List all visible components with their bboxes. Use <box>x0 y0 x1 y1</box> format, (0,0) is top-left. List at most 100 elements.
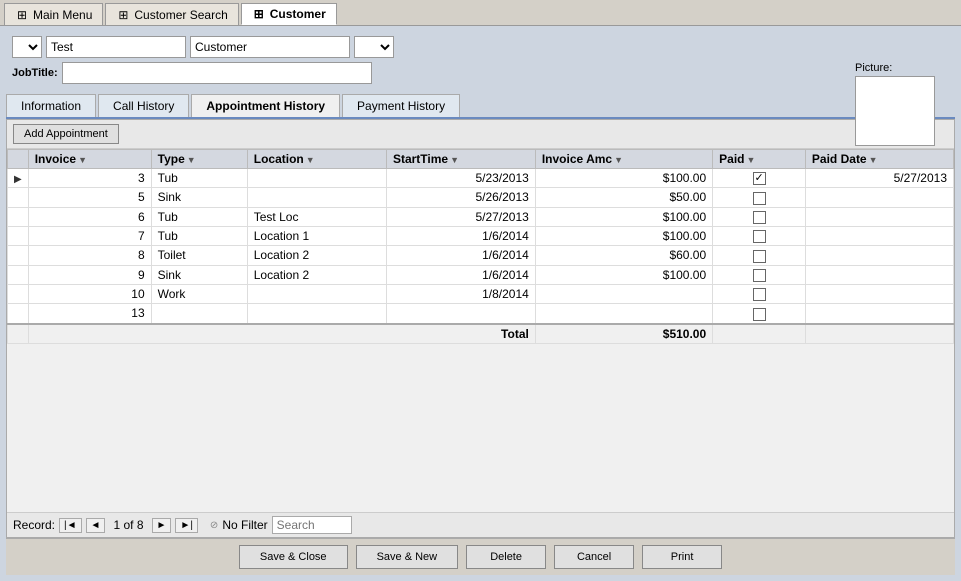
nav-last-button[interactable]: ►| <box>175 518 198 533</box>
paid-checkbox[interactable] <box>753 250 766 263</box>
print-button[interactable]: Print <box>642 545 722 569</box>
cancel-button[interactable]: Cancel <box>554 545 634 569</box>
cell-paid[interactable] <box>713 284 806 303</box>
name-row: Mr Ms Jr Sr <box>12 36 949 58</box>
paid-checkbox[interactable] <box>753 269 766 282</box>
customer-icon: ⊞ <box>252 8 266 20</box>
cell-amount: $100.00 <box>535 265 712 284</box>
th-type[interactable]: Type▼ <box>151 150 247 169</box>
row-selector[interactable] <box>8 226 29 245</box>
row-selector[interactable] <box>8 188 29 207</box>
salutation-select[interactable]: Mr Ms <box>12 36 42 58</box>
row-selector[interactable] <box>8 284 29 303</box>
cell-amount: $100.00 <box>535 226 712 245</box>
th-location[interactable]: Location▼ <box>247 150 386 169</box>
picture-area: Picture: <box>855 62 935 146</box>
th-invoice[interactable]: Invoice▼ <box>28 150 151 169</box>
cell-paid[interactable] <box>713 304 806 324</box>
cell-paid[interactable] <box>713 246 806 265</box>
total-sel <box>8 324 29 344</box>
table-row[interactable]: 7TubLocation 11/6/2014$100.00 <box>8 226 954 245</box>
th-paid-date[interactable]: Paid Date▼ <box>805 150 953 169</box>
delete-button[interactable]: Delete <box>466 545 546 569</box>
table-row[interactable]: 13 <box>8 304 954 324</box>
row-selector[interactable] <box>8 207 29 226</box>
cell-amount <box>535 304 712 324</box>
tab-main-menu[interactable]: ⊞ Main Menu <box>4 3 103 25</box>
paid-checkbox[interactable] <box>753 230 766 243</box>
last-name-input[interactable] <box>190 36 350 58</box>
cell-paid[interactable] <box>713 188 806 207</box>
th-selector <box>8 150 29 169</box>
th-paid[interactable]: Paid▼ <box>713 150 806 169</box>
row-selector[interactable] <box>8 246 29 265</box>
cell-paid[interactable] <box>713 265 806 284</box>
tab-information[interactable]: Information <box>6 94 96 117</box>
nav-prev-button[interactable]: ◄ <box>86 518 106 533</box>
first-name-input[interactable] <box>46 36 186 58</box>
cell-type: Sink <box>151 265 247 284</box>
total-paid-date <box>805 324 953 344</box>
cell-type: Tub <box>151 169 247 188</box>
paid-checkbox[interactable] <box>753 172 766 185</box>
cell-invoice: 3 <box>28 169 151 188</box>
tab-appointment-history[interactable]: Appointment History <box>191 94 340 117</box>
appointments-table: Invoice▼ Type▼ Location▼ StartTime▼ Invo <box>7 149 954 344</box>
table-row[interactable]: 9SinkLocation 21/6/2014$100.00 <box>8 265 954 284</box>
add-appointment-button[interactable]: Add Appointment <box>13 124 119 144</box>
tab-customer[interactable]: ⊞ Customer <box>241 3 337 25</box>
cell-paid-date <box>805 246 953 265</box>
table-row[interactable]: 10Work1/8/2014 <box>8 284 954 303</box>
nav-next-button[interactable]: ► <box>152 518 172 533</box>
cell-paid[interactable] <box>713 226 806 245</box>
tab-customer-search[interactable]: ⊞ Customer Search <box>105 3 238 25</box>
customer-form: Mr Ms Jr Sr JobTitle: Picture: <box>6 32 955 88</box>
paid-checkbox[interactable] <box>753 308 766 321</box>
cell-invoice: 6 <box>28 207 151 226</box>
cell-paid[interactable] <box>713 207 806 226</box>
scrollable-table[interactable]: Invoice▼ Type▼ Location▼ StartTime▼ Invo <box>7 149 954 512</box>
jobtitle-input[interactable] <box>62 62 372 84</box>
cell-location <box>247 188 386 207</box>
paid-checkbox[interactable] <box>753 211 766 224</box>
save-new-button[interactable]: Save & New <box>356 545 459 569</box>
paid-checkbox[interactable] <box>753 288 766 301</box>
table-row[interactable]: 6TubTest Loc5/27/2013$100.00 <box>8 207 954 226</box>
bottom-bar: Save & Close Save & New Delete Cancel Pr… <box>6 538 955 575</box>
row-selector[interactable]: ▶ <box>8 169 29 188</box>
total-label: Total <box>28 324 535 344</box>
total-row: Total $510.00 <box>8 324 954 344</box>
table-row[interactable]: 8ToiletLocation 21/6/2014$60.00 <box>8 246 954 265</box>
th-starttime[interactable]: StartTime▼ <box>386 150 535 169</box>
nav-first-button[interactable]: |◄ <box>59 518 82 533</box>
row-selector[interactable] <box>8 265 29 284</box>
tab-call-history[interactable]: Call History <box>98 94 189 117</box>
row-selector[interactable] <box>8 304 29 324</box>
cell-paid-date <box>805 207 953 226</box>
cell-paid[interactable] <box>713 169 806 188</box>
cell-type <box>151 304 247 324</box>
cell-starttime: 1/6/2014 <box>386 246 535 265</box>
cell-starttime <box>386 304 535 324</box>
cell-type: Toilet <box>151 246 247 265</box>
cell-location: Location 2 <box>247 246 386 265</box>
table-row[interactable]: 5Sink5/26/2013$50.00 <box>8 188 954 207</box>
cell-starttime: 1/6/2014 <box>386 265 535 284</box>
nav-bar: Record: |◄ ◄ 1 of 8 ► ►| ⊘ No Filter <box>7 512 954 537</box>
cell-paid-date <box>805 265 953 284</box>
cell-amount <box>535 284 712 303</box>
nav-filter: ⊘ No Filter <box>210 518 268 532</box>
paid-checkbox[interactable] <box>753 192 766 205</box>
nav-search-input[interactable] <box>272 516 352 534</box>
table-row[interactable]: ▶3Tub5/23/2013$100.005/27/2013 <box>8 169 954 188</box>
save-close-button[interactable]: Save & Close <box>239 545 348 569</box>
th-invoice-amount[interactable]: Invoice Amc▼ <box>535 150 712 169</box>
cell-paid-date <box>805 226 953 245</box>
cell-starttime: 5/23/2013 <box>386 169 535 188</box>
filter-icon: ⊘ <box>210 520 218 531</box>
cell-type: Tub <box>151 226 247 245</box>
cell-invoice: 10 <box>28 284 151 303</box>
cell-paid-date: 5/27/2013 <box>805 169 953 188</box>
suffix-select[interactable]: Jr Sr <box>354 36 394 58</box>
tab-payment-history[interactable]: Payment History <box>342 94 460 117</box>
